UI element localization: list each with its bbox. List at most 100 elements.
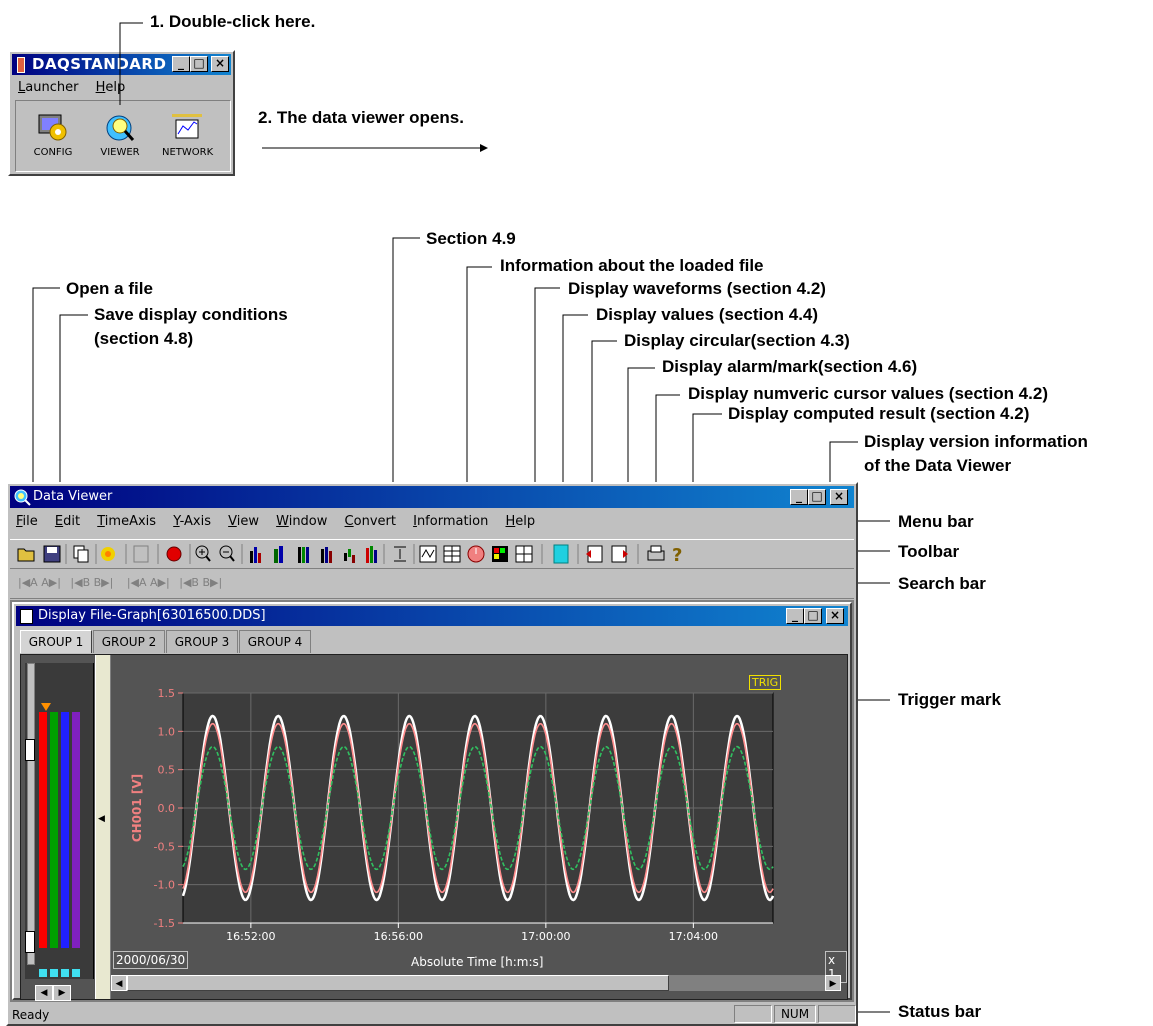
level-bar — [50, 712, 58, 948]
y-tick-label: 1.0 — [158, 725, 176, 738]
tab-group-1[interactable]: GROUP 1 — [20, 630, 92, 653]
open-file-icon — [17, 548, 35, 562]
level-slider-left[interactable] — [27, 663, 35, 965]
viewer-searchbar: |◀A A▶| |◀B B▶| |◀A A▶| |◀B B▶| — [10, 570, 854, 599]
search-next-b[interactable]: B▶| — [94, 576, 114, 589]
menu-help[interactable]: Help — [506, 514, 536, 529]
bars-icon-4 — [321, 547, 332, 563]
y-tick-label: -1.5 — [154, 917, 175, 930]
help-icon: ? — [672, 545, 682, 565]
menu-convert[interactable]: Convert — [345, 514, 396, 529]
document-icon — [20, 609, 33, 624]
cursor-callout: Display numveric cursor values (section … — [688, 384, 1048, 403]
panel-splitter[interactable]: ◀ — [95, 655, 111, 999]
record-icon — [166, 546, 182, 562]
scroll-thumb[interactable] — [127, 975, 669, 991]
level-scroll-left-button[interactable]: ◀ — [35, 985, 53, 1001]
menu-file[interactable]: File — [16, 514, 38, 529]
viewer-app-icon — [14, 489, 31, 506]
viewer-maximize-button[interactable]: □ — [808, 489, 826, 505]
level-scroll-right-button[interactable]: ▶ — [53, 985, 71, 1001]
tab-group-2[interactable]: GROUP 2 — [93, 630, 165, 653]
child-close-button[interactable]: × — [826, 608, 844, 624]
child-title: Display File-Graph[63016500.DDS] — [38, 608, 266, 623]
x-tick-label: 16:52:00 — [226, 930, 275, 943]
bars-icon-3 — [298, 547, 309, 563]
scroll-left-button[interactable]: ◀ — [111, 975, 127, 991]
zoom-out-icon — [219, 545, 235, 562]
search-prev-a[interactable]: |◀A — [18, 576, 38, 589]
alarm-callout: Display alarm/mark(section 4.6) — [662, 357, 918, 376]
search-prev-b[interactable]: |◀B — [70, 576, 90, 589]
status-bar-callout: Status bar — [898, 1002, 982, 1021]
values-callout: Display values (section 4.4) — [596, 305, 819, 324]
fit-icon — [394, 546, 406, 562]
channel-indicator — [50, 969, 58, 977]
horizontal-scrollbar[interactable]: ◀ ▶ — [111, 975, 841, 991]
y-axis-label: CH001 [V] — [130, 774, 144, 842]
circular-callout: Display circular(section 4.3) — [624, 331, 850, 350]
bars-icon-6 — [366, 546, 377, 563]
graph-content: ◀ ▶ ◀ TRIG 1.5 1.0 0.5 0.0 -0.5 -1.0 -1.5 CH001… — [20, 654, 848, 1001]
viewer-menubar: File Edit TimeAxis Y-Axis View Window Co… — [16, 514, 846, 529]
tab-group-4[interactable]: GROUP 4 — [239, 630, 311, 653]
x-tick-label: 17:00:00 — [521, 930, 570, 943]
next-icon — [611, 545, 628, 563]
search-prev-a-2[interactable]: |◀A — [127, 576, 147, 589]
tab-group-3[interactable]: GROUP 3 — [166, 630, 238, 653]
section-4-9-callout: Section 4.9 — [426, 229, 516, 248]
x-tick-label: 16:56:00 — [374, 930, 423, 943]
graph-child-window: Display File-Graph[63016500.DDS] _ □ × G… — [12, 602, 852, 1001]
table-icon — [133, 545, 149, 563]
search-next-a-2[interactable]: A▶| — [150, 576, 170, 589]
search-prev-b-2[interactable]: |◀B — [179, 576, 199, 589]
viewer-close-button[interactable]: × — [830, 489, 848, 505]
save-display-callout: Save display conditions — [94, 305, 288, 324]
alarm-icon — [492, 546, 508, 562]
y-tick-label: 1.5 — [158, 687, 176, 700]
level-panel: ◀ ▶ — [25, 663, 94, 1001]
level-handle-bottom[interactable] — [25, 931, 35, 953]
channel-indicators — [39, 969, 89, 977]
viewer-titlebar: Data Viewer _ □ × — [10, 486, 854, 508]
group-tabs: GROUP 1 GROUP 2 GROUP 3 GROUP 4 — [20, 630, 846, 654]
scroll-right-button[interactable]: ▶ — [825, 975, 841, 991]
date-label: 2000/06/30 — [113, 951, 189, 969]
save-display-callout-2: (section 4.8) — [94, 329, 194, 348]
menu-edit[interactable]: Edit — [55, 514, 80, 529]
copy-icon — [73, 545, 89, 563]
channel-indicator — [39, 969, 47, 977]
version-callout: Display version information — [864, 432, 1088, 451]
cursor-values-icon — [515, 545, 533, 563]
bars-icon-1 — [250, 547, 261, 563]
loaded-file-info-callout: Information about the loaded file — [500, 256, 764, 275]
waveform-chart: 1.5 1.0 0.5 0.0 -0.5 -1.0 -1.5 CH001 [V] 16:52:0… — [130, 687, 775, 943]
y-tick-label: 0.5 — [158, 764, 176, 777]
menu-timeaxis[interactable]: TimeAxis — [97, 514, 156, 529]
status-pane — [818, 1005, 856, 1023]
waveforms-callout: Display waveforms (section 4.2) — [568, 279, 826, 298]
menu-bar-callout: Menu bar — [898, 512, 974, 531]
channel-indicator — [72, 969, 80, 977]
toolbar-callout: Toolbar — [898, 542, 960, 561]
menu-window[interactable]: Window — [276, 514, 327, 529]
child-minimize-button[interactable]: _ — [786, 608, 804, 624]
menu-view[interactable]: View — [228, 514, 259, 529]
viewer-title: Data Viewer — [33, 489, 113, 504]
search-next-a[interactable]: A▶| — [41, 576, 61, 589]
viewer-minimize-button[interactable]: _ — [790, 489, 808, 505]
version-callout-2: of the Data Viewer — [864, 456, 1012, 475]
child-maximize-button[interactable]: □ — [804, 608, 822, 624]
values-icon — [443, 545, 461, 563]
print-icon — [647, 545, 665, 561]
x-tick-label: 17:04:00 — [669, 930, 718, 943]
status-ready: Ready — [12, 1008, 50, 1022]
menu-information[interactable]: Information — [413, 514, 488, 529]
level-handle-top[interactable] — [25, 739, 35, 761]
bars-icon-5 — [344, 549, 355, 563]
menu-yaxis[interactable]: Y-Axis — [173, 514, 211, 529]
level-bar — [39, 712, 47, 948]
search-next-b-2[interactable]: B▶| — [202, 576, 222, 589]
y-tick-label: -0.5 — [154, 840, 175, 853]
search-buttons: |◀A A▶| |◀B B▶| |◀A A▶| |◀B B▶| — [18, 576, 222, 589]
